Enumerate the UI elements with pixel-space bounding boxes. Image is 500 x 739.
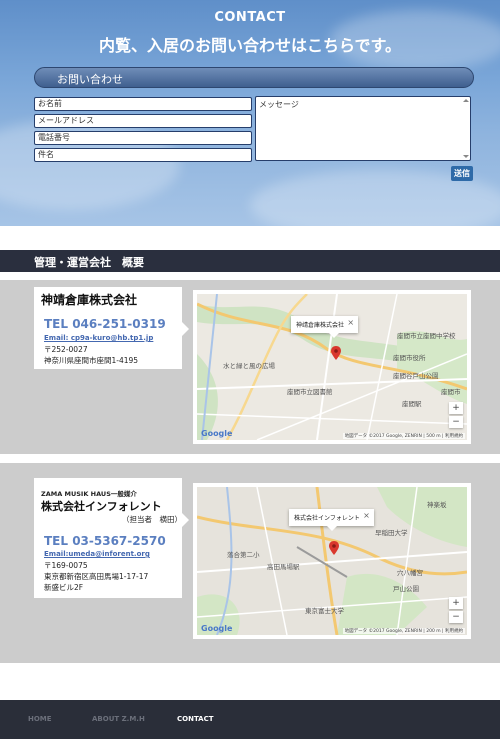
company2-map-infobox: 株式会社インフォレント × (289, 509, 374, 531)
email-field[interactable]: メールアドレス (34, 114, 252, 128)
company2-tel[interactable]: TEL 03-5367-2570 (44, 534, 166, 548)
company1-email[interactable]: Email: cp9a-kuro@hb.tp1.jp (44, 334, 153, 342)
company1-map-label-1: 座間市役所 (393, 354, 426, 362)
company2-email[interactable]: Email:umeda@inforent.org (44, 550, 150, 558)
company1-map-infobox: 神靖倉庫株式会社 × (291, 316, 359, 338)
company2-map-label-6: 穴八幡宮 (397, 569, 423, 577)
contact-title: CONTACT (214, 10, 286, 25)
company2-address1: 東京都新宿区高田馬場1-17-17 (44, 572, 149, 581)
message-field[interactable]: メッセージ (255, 96, 471, 161)
company1-map-label-3: 座間市立図書館 (287, 388, 333, 396)
name-field[interactable]: お名前 (34, 97, 252, 111)
company2-tag: ZAMA MUSIK HAUS一般媒介 (41, 490, 137, 498)
company2-map-label-3: 落合第二小 (227, 551, 260, 559)
company2-map-infobox-text: 株式会社インフォレント (294, 515, 360, 522)
company2-name: 株式会社インフォレント (41, 500, 162, 513)
zoom-out-button[interactable]: − (449, 416, 463, 428)
close-icon[interactable]: × (363, 511, 370, 520)
message-scrollbar[interactable] (462, 98, 469, 159)
company1-card: 神靖倉庫株式会社 TEL 046-251-0319 Email: cp9a-ku… (34, 287, 189, 369)
company2-map-label-2: 戸山公園 (393, 585, 419, 593)
google-logo: Google (201, 624, 233, 633)
company-section-heading: 管理・運営会社 概要 (34, 256, 144, 269)
company-section-header: 管理・運営会社 概要 (0, 250, 500, 272)
company2-contact-person: （担当者 横田） (122, 515, 182, 524)
company2-address2: 新盛ビル2F (44, 583, 84, 592)
company1-map-canvas[interactable]: 座間市立座間中学校 座間市役所 座間谷戸山公園 座間市立図書館 座間市 座間駅 … (197, 294, 467, 440)
footer-nav-home[interactable]: HOME (28, 715, 52, 723)
company1-map-label-0: 座間市立座間中学校 (397, 332, 456, 340)
phone-field[interactable]: 電話番号 (34, 131, 252, 145)
company2-map[interactable]: 早稲田大学 高田馬場駅 戸山公園 落合第二小 東京富士大学 神楽坂 穴八幡宮 株… (193, 483, 471, 639)
company1-map-label-6: 水と緑と風の広場 (223, 362, 275, 370)
company2-card: ZAMA MUSIK HAUS一般媒介 株式会社インフォレント （担当者 横田）… (34, 478, 189, 598)
footer: HOME ABOUT Z.M.H CONTACT (0, 700, 500, 739)
subject-field[interactable]: 件名 (34, 148, 252, 162)
company1-tel[interactable]: TEL 046-251-0319 (44, 317, 166, 331)
company1-postal: 〒252-0027 (44, 345, 88, 354)
form-heading: お問い合わせ (57, 73, 123, 86)
contact-subtitle: 内覧、入居のお問い合わせはこちらです。 (99, 36, 401, 55)
company1-map-infobox-text: 神靖倉庫株式会社 (296, 322, 345, 329)
company1-address: 神奈川県座間市座間1-4195 (44, 356, 139, 365)
company2-map-label-5: 神楽坂 (427, 501, 447, 509)
company2-map-attribution[interactable]: 地図データ ©2017 Google, ZENRIN | 200 m | 利用規… (342, 628, 465, 634)
submit-button[interactable]: 送信 (451, 166, 473, 181)
company1-map-label-4: 座間市 (441, 388, 461, 396)
message-placeholder: メッセージ (259, 100, 299, 109)
google-logo: Google (201, 429, 233, 438)
company1-map[interactable]: 座間市立座間中学校 座間市役所 座間谷戸山公園 座間市立図書館 座間市 座間駅 … (193, 290, 471, 444)
company2-map-label-1: 高田馬場駅 (267, 563, 300, 571)
company2-map-label-0: 早稲田大学 (375, 529, 408, 537)
zoom-in-button[interactable]: + (449, 597, 463, 609)
company2-map-canvas[interactable]: 早稲田大学 高田馬場駅 戸山公園 落合第二小 東京富士大学 神楽坂 穴八幡宮 株… (197, 487, 467, 635)
company1-map-attribution[interactable]: 地図データ ©2017 Google, ZENRIN | 500 m | 利用規… (342, 433, 465, 439)
company1-name: 神靖倉庫株式会社 (41, 293, 138, 307)
footer-nav-about[interactable]: ABOUT Z.M.H (92, 715, 145, 723)
map-pin-icon[interactable] (331, 346, 341, 360)
zoom-out-button[interactable]: − (449, 611, 463, 623)
close-icon[interactable]: × (347, 318, 354, 327)
map-pin-icon[interactable] (329, 541, 339, 555)
contact-hero: CONTACT 内覧、入居のお問い合わせはこちらです。 お問い合わせ お名前 メ… (0, 0, 500, 226)
company2-postal: 〒169-0075 (44, 561, 88, 570)
zoom-in-button[interactable]: + (449, 402, 463, 414)
company2-map-label-4: 東京富士大学 (305, 607, 344, 615)
company1-map-label-2: 座間谷戸山公園 (393, 372, 439, 380)
company1-map-label-5: 座間駅 (402, 400, 422, 408)
form-heading-bar: お問い合わせ (34, 67, 474, 88)
footer-nav-contact[interactable]: CONTACT (177, 715, 214, 723)
